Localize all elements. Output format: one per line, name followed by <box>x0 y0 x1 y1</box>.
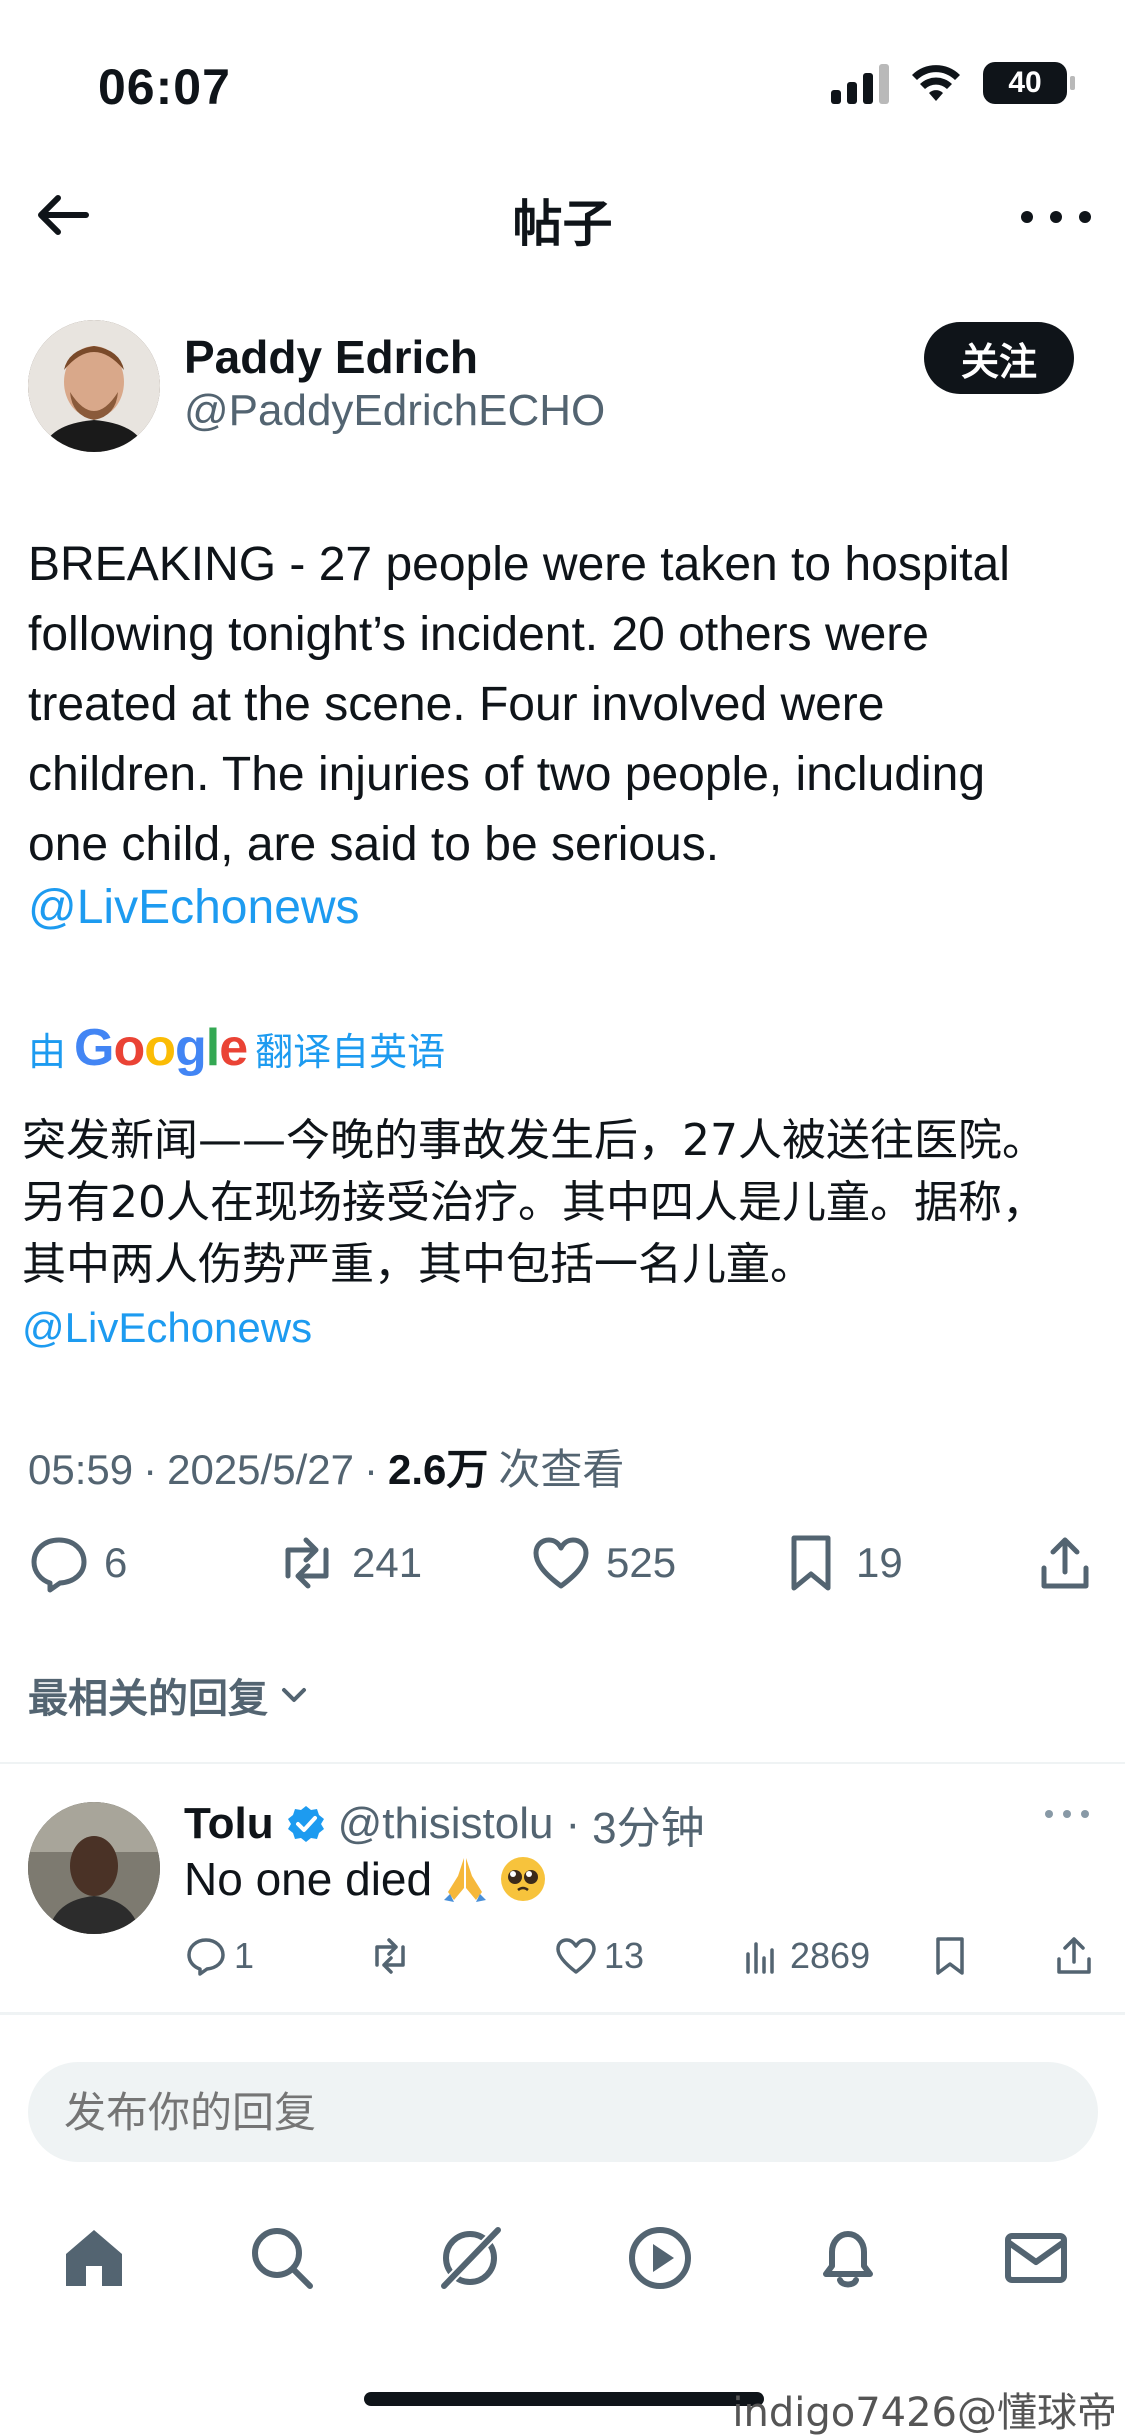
reply-like-count: 13 <box>604 1935 645 1976</box>
reply-icon <box>31 1537 87 1593</box>
wifi-icon <box>912 65 960 101</box>
translated-mention-link[interactable]: @LivEchonews <box>22 1304 312 1352</box>
avatar[interactable] <box>28 320 160 452</box>
retweet-icon <box>375 1938 405 1974</box>
reply-button[interactable]: 6 <box>28 1532 127 1594</box>
follow-button[interactable]: 关注 <box>924 322 1074 394</box>
bookmark-count: 19 <box>856 1539 903 1586</box>
translated-text: 突发新闻——今晚的事故发生后，27人被送往医院。 另有20人在现场接受治疗。其中… <box>22 1110 1102 1296</box>
analytics-icon <box>746 1942 774 1974</box>
tweet-line: one child, are said to be serious. <box>28 818 720 871</box>
reply-icon <box>187 1938 225 1976</box>
share-button[interactable] <box>1034 1532 1096 1594</box>
translate-suffix: 翻译自英语 <box>255 1031 446 1074</box>
reply-text-body: No one died <box>184 1853 433 1905</box>
mention-link[interactable]: @LivEchonews <box>28 880 360 935</box>
meta-separator: · <box>363 1446 378 1493</box>
reply-share-button[interactable] <box>1052 1934 1096 1978</box>
verified-badge-icon <box>287 1806 324 1842</box>
search-icon[interactable] <box>246 2222 318 2294</box>
translate-prefix: 由 <box>28 1031 67 1074</box>
watermark-text: indigo7426@懂球帝 <box>732 2390 1117 2436</box>
like-count: 525 <box>606 1539 677 1586</box>
reply-bookmark-button[interactable] <box>928 1934 972 1978</box>
retweet-count: 241 <box>352 1539 423 1586</box>
like-button[interactable]: 525 <box>530 1532 676 1594</box>
video-play-icon[interactable] <box>624 2222 696 2294</box>
translation-attribution[interactable]: 由 Google 翻译自英语 <box>28 1018 445 1078</box>
author-name[interactable]: Paddy Edrich <box>184 330 478 384</box>
more-options-icon[interactable] <box>1021 192 1091 242</box>
reply-reply-button[interactable]: 1 <box>184 1934 254 1978</box>
pleading-face-emoji-icon <box>501 1857 546 1901</box>
translated-line: 其中两人伤势严重，其中包括一名儿童。 <box>22 1239 814 1290</box>
heart-icon <box>556 1938 596 1974</box>
translated-line: 另有20人在现场接受治疗。其中四人是儿童。据称， <box>22 1177 1046 1228</box>
messages-envelope-icon[interactable] <box>1000 2222 1072 2294</box>
reply-time: 3分钟 <box>592 1804 705 1853</box>
reply-views-button[interactable]: 2869 <box>740 1934 870 1978</box>
meta-separator: · <box>565 1799 581 1848</box>
divider <box>0 1762 1125 1764</box>
reply-avatar[interactable] <box>28 1802 160 1934</box>
status-time: 06:07 <box>98 59 231 115</box>
reply-author-name[interactable]: Tolu <box>184 1799 274 1849</box>
tweet-line: treated at the scene. Four involved were <box>28 678 885 731</box>
chevron-down-icon <box>282 1688 306 1702</box>
tweet-date: 2025/5/27 <box>167 1446 354 1493</box>
tweet-line: BREAKING - 27 people were taken to hospi… <box>28 538 1010 591</box>
reply-retweet-button[interactable] <box>368 1934 412 1978</box>
tweet-text: BREAKING - 27 people were taken to hospi… <box>28 530 1098 880</box>
status-icons: 40 <box>831 62 1075 104</box>
reply-text: No one died <box>184 1852 548 1906</box>
tweet-line: children. The injuries of two people, in… <box>28 748 986 801</box>
replies-sort-dropdown[interactable]: 最相关的回复 <box>28 1666 312 1724</box>
views-count[interactable]: 2.6万 <box>388 1436 488 1497</box>
home-icon[interactable] <box>58 2222 130 2294</box>
translated-line: 突发新闻——今晚的事故发生后，27人被送往医院。 <box>22 1115 1046 1166</box>
retweet-button[interactable]: 241 <box>276 1532 422 1594</box>
cellular-signal-icon <box>831 62 889 104</box>
page-title: 帖子 <box>512 196 613 252</box>
battery-icon: 40 <box>983 62 1075 104</box>
google-logo: Google <box>74 1019 248 1077</box>
heart-icon <box>533 1537 589 1589</box>
reply-reply-count: 1 <box>234 1935 255 1976</box>
views-label: 次查看 <box>498 1446 625 1493</box>
tweet-line: following tonight’s incident. 20 others … <box>28 608 929 661</box>
bookmark-button[interactable]: 19 <box>780 1532 903 1594</box>
tweet-meta: 05:59 · 2025/5/27 · 2.6万 次查看 <box>28 1436 624 1497</box>
retweet-icon <box>285 1537 329 1589</box>
reply-count: 6 <box>104 1539 128 1586</box>
share-icon <box>1057 1937 1091 1974</box>
reply-handle[interactable]: @thisistolu <box>338 1799 554 1849</box>
share-icon <box>1041 1537 1089 1589</box>
home-indicator[interactable] <box>364 2392 764 2406</box>
bookmark-icon <box>936 1937 964 1975</box>
reply-header: Tolu @thisistolu · 3分钟 <box>184 1792 705 1856</box>
reply-views-count: 2869 <box>790 1935 871 1976</box>
battery-level: 40 <box>1008 66 1042 99</box>
author-handle[interactable]: @PaddyEdrichECHO <box>184 386 605 436</box>
reply-compose-input[interactable] <box>28 2062 1098 2162</box>
notifications-bell-icon[interactable] <box>812 2222 884 2294</box>
divider <box>0 2012 1125 2015</box>
meta-separator: · <box>143 1446 158 1493</box>
grok-icon[interactable] <box>434 2222 506 2294</box>
bookmark-icon <box>791 1535 831 1591</box>
reply-like-button[interactable]: 13 <box>554 1934 644 1978</box>
folded-hands-emoji-icon <box>444 1858 487 1902</box>
tweet-time: 05:59 <box>28 1446 134 1493</box>
replies-sort-label: 最相关的回复 <box>28 1677 268 1721</box>
reply-more-options-icon[interactable] <box>1045 1810 1089 1818</box>
